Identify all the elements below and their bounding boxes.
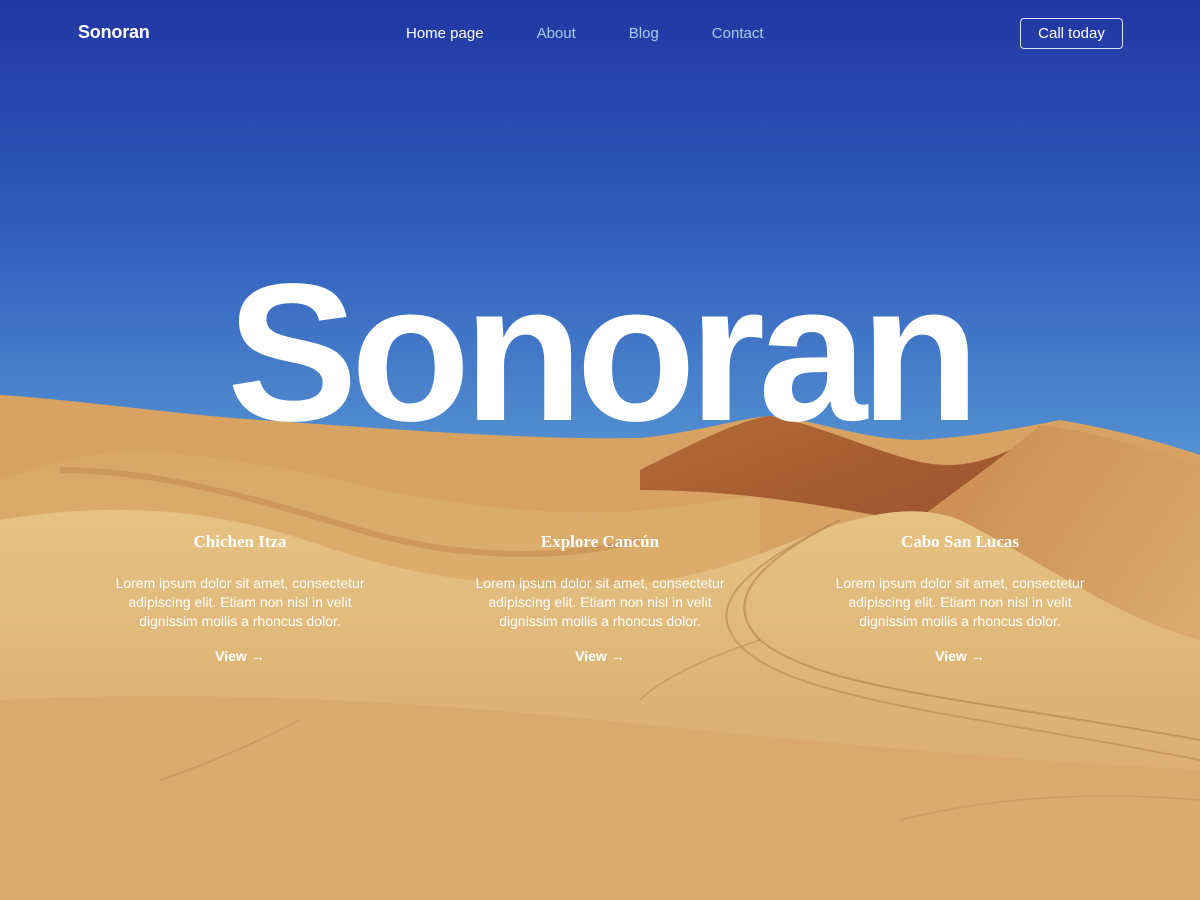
card-body: Lorem ipsum dolor sit amet, consectetur … bbox=[475, 575, 725, 629]
arrow-right-icon: → bbox=[610, 648, 625, 664]
card-chichen-itza: Chichen Itza Lorem ipsum dolor sit amet,… bbox=[110, 530, 370, 666]
card-title: Explore Cancún bbox=[540, 532, 660, 551]
hero-title: Sonoran bbox=[227, 243, 980, 462]
card-title: Cabo San Lucas bbox=[900, 532, 1020, 551]
nav-item-contact[interactable]: Contact bbox=[712, 25, 764, 42]
view-label: View bbox=[935, 648, 967, 664]
call-today-button[interactable]: Call today bbox=[1020, 18, 1123, 49]
nav-menu: Home page About Blog Contact bbox=[406, 25, 817, 42]
nav-item-home-page[interactable]: Home page bbox=[406, 25, 484, 42]
arrow-right-icon: → bbox=[250, 648, 265, 664]
card-explore-cancun: Explore Cancún Lorem ipsum dolor sit ame… bbox=[470, 530, 730, 666]
card-view-link[interactable]: View → bbox=[215, 648, 265, 664]
top-navigation: Sonoran Home page About Blog Contact Cal… bbox=[0, 0, 1200, 68]
nav-item-blog[interactable]: Blog bbox=[629, 25, 659, 42]
brand-logo[interactable]: Sonoran bbox=[78, 22, 150, 43]
card-view-link[interactable]: View → bbox=[935, 648, 985, 664]
view-label: View bbox=[215, 648, 247, 664]
card-cabo-san-lucas: Cabo San Lucas Lorem ipsum dolor sit ame… bbox=[830, 530, 1090, 666]
nav-item-about[interactable]: About bbox=[537, 25, 576, 42]
view-label: View bbox=[575, 648, 607, 664]
card-body: Lorem ipsum dolor sit amet, consectetur … bbox=[115, 575, 365, 629]
arrow-right-icon: → bbox=[970, 648, 985, 664]
card-view-link[interactable]: View → bbox=[575, 648, 625, 664]
card-body: Lorem ipsum dolor sit amet, consectetur … bbox=[835, 575, 1085, 629]
card-title: Chichen Itza bbox=[193, 532, 287, 551]
